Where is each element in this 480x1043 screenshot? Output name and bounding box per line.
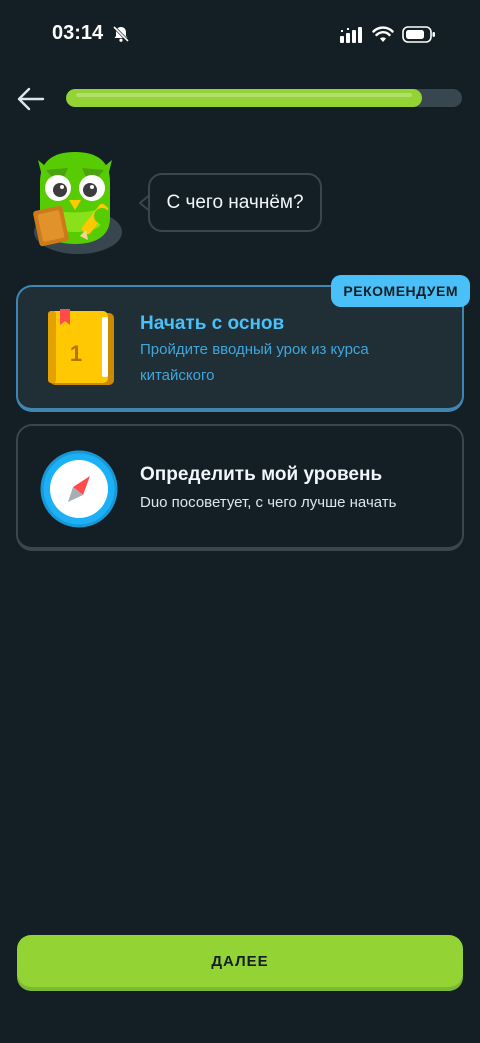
option-find-level[interactable]: Определить мой уровень Duo посоветует, с… (16, 424, 464, 551)
speech-text: С чего начнём? (166, 191, 304, 213)
option-title: Начать с основ (140, 313, 285, 334)
battery-icon (402, 26, 435, 43)
wifi-icon (372, 26, 394, 42)
continue-button[interactable]: ДАЛЕЕ (17, 935, 463, 987)
option-title: Определить мой уровень (140, 464, 383, 485)
book-icon: 1 (48, 309, 114, 385)
status-time: 03:14 (52, 22, 104, 44)
option-start-basics[interactable]: РЕКОМЕНДУЕМ 1 Начать с основ Пройдите вв… (16, 275, 470, 412)
lesson-progress-bar (66, 89, 462, 107)
compass-icon (40, 450, 118, 528)
duo-owl-mascot-icon (33, 152, 122, 254)
back-arrow-icon[interactable] (16, 84, 46, 114)
progress-fill (66, 89, 423, 107)
continue-label: ДАЛЕЕ (211, 952, 269, 970)
cellular-signal-icon (340, 27, 362, 43)
option-description: Duo посоветует, с чего лучше начать (140, 494, 397, 511)
status-bar: 03:14 (0, 0, 480, 70)
recommended-badge: РЕКОМЕНДУЕМ (331, 275, 470, 307)
book-number: 1 (70, 341, 82, 366)
bell-muted-icon (112, 25, 130, 43)
option-description: Пройдите вводный урок из курса китайског… (140, 341, 369, 384)
speech-bubble: С чего начнём? (148, 173, 322, 232)
